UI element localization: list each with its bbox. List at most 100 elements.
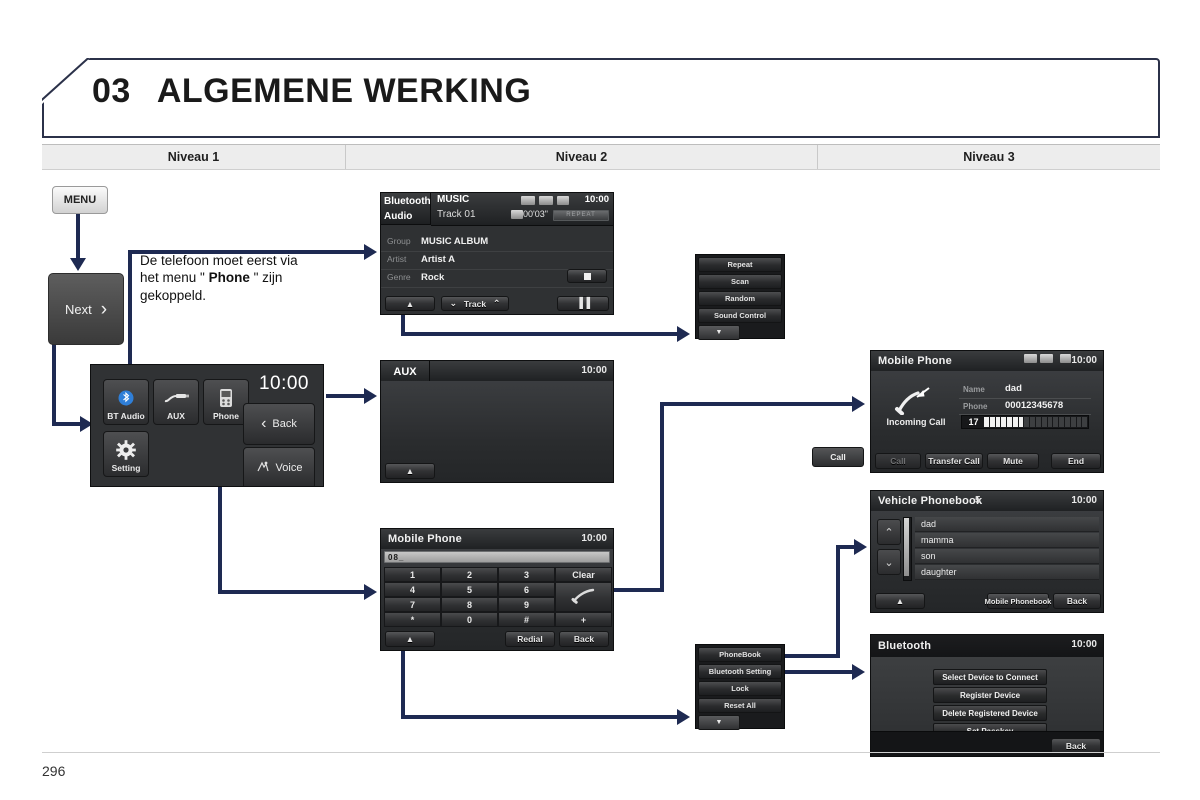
- btsettings-register-device[interactable]: Register Device: [933, 687, 1047, 703]
- connector-dialpad-to-call-h2: [660, 402, 856, 406]
- home-back-label: Back: [272, 418, 296, 430]
- incoming-call-caption: Incoming Call: [877, 417, 955, 427]
- call-transfer-button[interactable]: Transfer Call: [925, 453, 983, 469]
- audio-menu-item-scan[interactable]: Scan: [698, 274, 782, 289]
- bluetooth-audio-status-bar: MUSIC Track 01 00'03" 10:00 REPEAT: [431, 193, 613, 226]
- volume-segment: [990, 417, 995, 427]
- aux-up-button[interactable]: ▲: [385, 463, 435, 479]
- arrow-menu-to-next: [70, 258, 86, 271]
- phone-options-menu: PhoneBook Bluetooth Setting Lock Reset A…: [695, 644, 785, 729]
- track-elapsed-time: 00'03": [523, 209, 548, 219]
- track-title: MUSIC: [437, 194, 469, 205]
- phone-number-input[interactable]: 08_: [384, 551, 610, 563]
- phonebook-mobile-phonebook-button[interactable]: Mobile Phonebook: [987, 593, 1049, 609]
- audio-menu-more-button[interactable]: ▼: [698, 325, 740, 340]
- arrow-btaudio-to-audiomenu: [677, 326, 690, 342]
- call-answer-button[interactable]: Call: [875, 453, 921, 469]
- dialpad-key-star[interactable]: *: [384, 612, 441, 627]
- connector-next-down: [52, 343, 56, 424]
- phone-menu-item-phonebook[interactable]: PhoneBook: [698, 647, 782, 662]
- phonebook-back-button[interactable]: Back: [1053, 593, 1101, 609]
- phone-menu-item-bluetooth-setting[interactable]: Bluetooth Setting: [698, 664, 782, 679]
- dialpad-clear-button[interactable]: Clear: [555, 567, 612, 582]
- dialpad-key-1[interactable]: 1: [384, 567, 441, 582]
- btsettings-delete-device[interactable]: Delete Registered Device: [933, 705, 1047, 721]
- home-menu-screen: 10:00 BT Audio AUX Phone Setting: [90, 364, 324, 487]
- audio-menu-item-repeat[interactable]: Repeat: [698, 257, 782, 272]
- dialpad-key-2[interactable]: 2: [441, 567, 498, 582]
- audio-menu-item-sound-control[interactable]: Sound Control: [698, 308, 782, 323]
- volume-segment: [984, 417, 989, 427]
- bt-audio-up-button[interactable]: ▲: [385, 296, 435, 311]
- volume-segment: [1065, 417, 1070, 427]
- dialpad-key-7[interactable]: 7: [384, 597, 441, 612]
- call-mute-button[interactable]: Mute: [987, 453, 1039, 469]
- dialpad-key-3[interactable]: 3: [498, 567, 555, 582]
- connector-phonemenu-to-btsettings: [785, 670, 854, 674]
- play-state-icon: [511, 210, 523, 219]
- dialpad-key-5[interactable]: 5: [441, 582, 498, 597]
- home-clock: 10:00: [259, 373, 309, 395]
- btsettings-title: Bluetooth: [871, 640, 931, 652]
- call-name-value: dad: [1005, 383, 1022, 394]
- dialpad-key-plus[interactable]: +: [555, 612, 612, 627]
- connector-home-to-btaudio-v: [128, 250, 132, 366]
- home-voice-button[interactable]: Voice: [243, 447, 315, 487]
- phonebook-up-button[interactable]: ▲: [875, 593, 925, 609]
- stop-button[interactable]: [567, 269, 607, 283]
- track-selector[interactable]: ⌄ Track ⌃: [441, 296, 509, 311]
- phone-menu-more-button[interactable]: ▼: [698, 715, 740, 730]
- phone-menu-item-reset-all[interactable]: Reset All: [698, 698, 782, 713]
- call-title-bar: Mobile Phone 10:00: [871, 351, 1103, 372]
- dialpad-title: Mobile Phone: [381, 533, 462, 545]
- dialpad-key-0[interactable]: 0: [441, 612, 498, 627]
- dialpad-back-button[interactable]: Back: [559, 631, 609, 647]
- call-floating-button[interactable]: Call: [812, 447, 864, 467]
- volume-meter[interactable]: 17: [961, 415, 1089, 429]
- call-end-button[interactable]: End: [1051, 453, 1101, 469]
- tile-aux[interactable]: AUX: [153, 379, 199, 425]
- handset-icon: [571, 588, 597, 606]
- next-button[interactable]: Next ›: [48, 273, 124, 345]
- repeat-indicator: REPEAT: [553, 210, 609, 221]
- connector-btaudio-to-menu-h: [401, 332, 679, 336]
- manual-page: 03ALGEMENE WERKING Niveau 1 Niveau 2 Niv…: [0, 0, 1200, 800]
- phonebook-scrollbar-thumb[interactable]: [904, 518, 909, 576]
- dialpad-redial-button[interactable]: Redial: [505, 631, 555, 647]
- audio-menu-item-random[interactable]: Random: [698, 291, 782, 306]
- phonebook-entry-dad[interactable]: dad: [915, 517, 1099, 532]
- phonebook-title: Vehicle Phonebook: [871, 495, 982, 507]
- phonebook-entry-son[interactable]: son: [915, 549, 1099, 564]
- dialpad-key-8[interactable]: 8: [441, 597, 498, 612]
- dialpad-key-hash[interactable]: #: [498, 612, 555, 627]
- btsettings-select-device[interactable]: Select Device to Connect: [933, 669, 1047, 685]
- phone-menu-item-lock[interactable]: Lock: [698, 681, 782, 696]
- home-back-button[interactable]: ‹ Back: [243, 403, 315, 445]
- volume-segment: [1024, 417, 1029, 427]
- phonebook-entry-mamma[interactable]: mamma: [915, 533, 1099, 548]
- connector-phonemenu-to-phonebook-h1: [785, 654, 840, 658]
- dialpad-key-6[interactable]: 6: [498, 582, 555, 597]
- phonebook-scroll-up-button[interactable]: ⌃: [877, 519, 901, 545]
- signal-bars-icon: [1024, 354, 1037, 363]
- dialpad-key-4[interactable]: 4: [384, 582, 441, 597]
- btsettings-title-bar: Bluetooth 10:00: [871, 635, 1103, 658]
- connector-next-right: [52, 422, 82, 426]
- dialpad-call-button[interactable]: [555, 582, 612, 612]
- pause-button[interactable]: ▐▐: [557, 296, 609, 311]
- dialpad-clock: 10:00: [581, 533, 607, 544]
- tile-setting[interactable]: Setting: [103, 431, 149, 477]
- tile-bt-audio[interactable]: BT Audio: [103, 379, 149, 425]
- phonebook-entry-daughter[interactable]: daughter: [915, 565, 1099, 580]
- tile-label: Phone: [213, 411, 239, 421]
- menu-hardware-button[interactable]: MENU: [52, 186, 108, 214]
- phonebook-scroll-down-button[interactable]: ⌄: [877, 549, 901, 575]
- info-row-artist: Artist Artist A: [381, 251, 613, 270]
- signal-status-icon: [521, 196, 535, 205]
- note-line-2-suffix: " zijn: [250, 270, 283, 285]
- dialpad-up-button[interactable]: ▲: [385, 631, 435, 647]
- arrow-phonemenu-to-phonebook: [854, 539, 867, 555]
- dialpad-key-9[interactable]: 9: [498, 597, 555, 612]
- volume-segment: [1071, 417, 1076, 427]
- btsettings-clock: 10:00: [1071, 639, 1097, 650]
